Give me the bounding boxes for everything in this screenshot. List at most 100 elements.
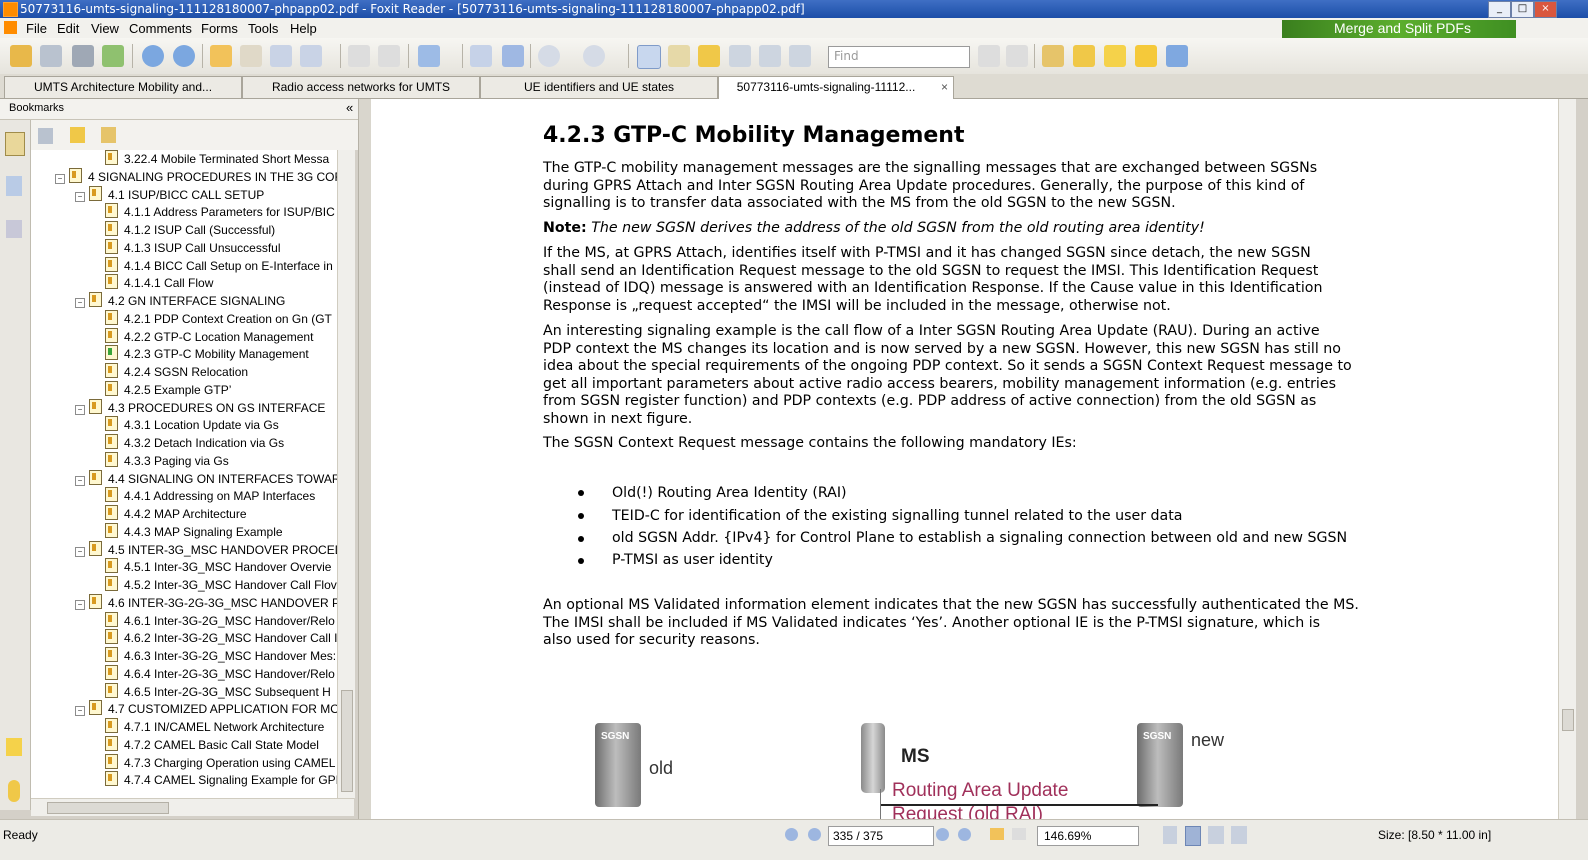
bookmark-item[interactable]: 4.5.1 Inter-3G_MSC Handover Overvie: [105, 558, 331, 576]
document-scrollbar[interactable]: [1558, 99, 1576, 819]
hand-tool-icon[interactable]: [270, 45, 292, 67]
collapse-toggle-icon[interactable]: −: [55, 173, 65, 184]
tab-close-icon[interactable]: ×: [941, 77, 948, 97]
binoculars-icon[interactable]: [729, 45, 751, 67]
bookmarks-scroll-thumb[interactable]: [341, 690, 353, 792]
page-number-field[interactable]: 335 / 375: [828, 826, 934, 846]
menu-file[interactable]: File: [26, 21, 47, 36]
collapse-toggle-icon[interactable]: −: [75, 706, 85, 717]
bookmark-item[interactable]: 4.1.4.1 Call Flow: [105, 274, 213, 292]
document-scroll-thumb[interactable]: [1562, 709, 1574, 731]
undo-icon[interactable]: [348, 45, 370, 67]
find-input[interactable]: Find: [828, 46, 970, 68]
prev-page-status-icon[interactable]: [808, 828, 821, 841]
zoom-in-icon[interactable]: [583, 45, 605, 67]
bookmark-properties-icon[interactable]: [101, 127, 116, 143]
single-page-icon[interactable]: [1163, 826, 1177, 844]
bookmark-item[interactable]: 4.2.4 SGSN Relocation: [105, 363, 248, 381]
facing-page-icon[interactable]: [1208, 826, 1224, 844]
collapse-toggle-icon[interactable]: −: [75, 298, 85, 308]
pages-nav-icon[interactable]: [6, 176, 22, 196]
snapshot-icon[interactable]: [668, 45, 690, 67]
last-page-icon[interactable]: [958, 828, 971, 841]
bookmark-item[interactable]: 4.1.1 Address Parameters for ISUP/BIC: [105, 203, 335, 221]
bookmark-item[interactable]: − 4.4 SIGNALING ON INTERFACES TOWAR: [75, 469, 337, 488]
forward-status-icon[interactable]: [1012, 828, 1026, 840]
attachments-nav-icon[interactable]: [8, 780, 20, 802]
doc-icon[interactable]: [4, 21, 17, 34]
bookmark-item[interactable]: 4.3.1 Location Update via Gs: [105, 416, 279, 434]
bookmark-item[interactable]: − 4.1 ISUP/BICC CALL SETUP: [75, 185, 264, 204]
close-button[interactable]: ×: [1534, 1, 1557, 18]
tab-umts-architecture[interactable]: UMTS Architecture Mobility and...: [4, 76, 242, 98]
minimize-button[interactable]: _: [1488, 1, 1511, 18]
collapse-panel-icon[interactable]: «: [346, 100, 353, 115]
layers-nav-icon[interactable]: [6, 220, 22, 238]
bookmark-item[interactable]: 4.2.2 GTP-C Location Management: [105, 327, 313, 346]
bookmark-item[interactable]: − 4.7 CUSTOMIZED APPLICATION FOR MOI: [75, 700, 337, 718]
save-icon[interactable]: [40, 45, 62, 67]
arrow-icon[interactable]: [1166, 45, 1188, 67]
redo-icon[interactable]: [378, 45, 400, 67]
text-select-icon[interactable]: [759, 45, 781, 67]
bookmarks-hscrollbar[interactable]: [31, 798, 354, 816]
zoom-icon[interactable]: [418, 45, 440, 67]
bookmark-item[interactable]: 4.2.3 GTP-C Mobility Management: [105, 345, 309, 363]
open-icon[interactable]: [10, 45, 32, 67]
merge-split-promo[interactable]: Merge and Split PDFs: [1282, 20, 1516, 38]
bookmark-item[interactable]: − 4.3 PROCEDURES ON GS INTERFACE: [75, 398, 325, 417]
zoom-field[interactable]: 146.69%: [1037, 826, 1139, 846]
bookmark-item[interactable]: 4.6.2 Inter-3G-2G_MSC Handover Call I: [105, 629, 337, 647]
collapse-toggle-icon[interactable]: −: [75, 599, 85, 610]
select-icon[interactable]: [698, 45, 720, 67]
bookmark-item[interactable]: − 4.2 GN INTERFACE SIGNALING: [75, 292, 285, 310]
bookmark-item[interactable]: 4.5.2 Inter-3G_MSC Handover Call Flov: [105, 576, 337, 594]
note-icon[interactable]: [1135, 45, 1157, 67]
bookmark-item[interactable]: 4.6.1 Inter-3G-2G_MSC Handover/Relo: [105, 611, 335, 630]
comments-nav-icon[interactable]: [6, 738, 22, 756]
bookmarks-hscroll-thumb[interactable]: [47, 802, 169, 814]
collapse-toggle-icon[interactable]: −: [75, 191, 85, 202]
bookmark-item[interactable]: 4.7.3 Charging Operation using CAMEL: [105, 753, 335, 772]
select-text-icon[interactable]: [300, 45, 322, 67]
annotate-icon[interactable]: [1042, 45, 1064, 67]
find-prev-icon[interactable]: [978, 45, 1000, 67]
collapse-toggle-icon[interactable]: −: [75, 404, 85, 415]
typewriter-icon[interactable]: [1104, 45, 1126, 67]
bookmark-item[interactable]: 4.3.3 Paging via Gs: [105, 451, 229, 470]
menu-comments[interactable]: Comments: [129, 21, 192, 36]
bookmark-item[interactable]: 4.7.2 CAMEL Basic Call State Model: [105, 735, 319, 754]
pencil-icon[interactable]: [1073, 45, 1095, 67]
fit-width-icon[interactable]: [502, 45, 524, 67]
bookmark-item[interactable]: 4.7.1 IN/CAMEL Network Architecture: [105, 718, 324, 736]
panel-splitter[interactable]: [358, 99, 372, 819]
prev-page-icon[interactable]: [142, 45, 164, 67]
bookmark-item[interactable]: − 4.6 INTER-3G-2G-3G_MSC HANDOVER PR: [75, 593, 337, 612]
bookmark-item[interactable]: 4.1.3 ISUP Call Unsuccessful: [105, 238, 281, 257]
back-status-icon[interactable]: [990, 828, 1004, 840]
fit-page-icon[interactable]: [470, 45, 492, 67]
menu-forms[interactable]: Forms: [201, 21, 238, 36]
bookmark-item[interactable]: − 4.5 INTER-3G_MSC HANDOVER PROCEDU: [75, 540, 337, 559]
email-icon[interactable]: [102, 45, 124, 67]
image-select-icon[interactable]: [789, 45, 811, 67]
menu-view[interactable]: View: [91, 21, 119, 36]
tab-radio-access[interactable]: Radio access networks for UMTS: [242, 76, 480, 98]
forward-icon[interactable]: [240, 45, 262, 67]
continuous-facing-icon[interactable]: [1231, 826, 1247, 844]
tab-umts-signaling[interactable]: 50773116-umts-signaling-11112... ×: [718, 76, 954, 99]
bookmark-item[interactable]: − 4 SIGNALING PROCEDURES IN THE 3G CORE: [55, 167, 337, 186]
bookmarks-scrollbar[interactable]: [337, 150, 355, 798]
menu-help[interactable]: Help: [290, 21, 317, 36]
bookmarks-nav-icon[interactable]: [5, 132, 25, 156]
find-next-icon[interactable]: [1006, 45, 1028, 67]
tab-ue-identifiers[interactable]: UE identifiers and UE states: [480, 76, 718, 98]
bookmark-item[interactable]: 4.4.1 Addressing on MAP Interfaces: [105, 487, 315, 505]
bookmark-item[interactable]: 4.1.4 BICC Call Setup on E-Interface in: [105, 256, 333, 275]
bookmark-item[interactable]: 4.2.1 PDP Context Creation on Gn (GT: [105, 309, 332, 328]
bookmark-item[interactable]: 4.6.5 Inter-2G-3G_MSC Subsequent H: [105, 682, 331, 701]
bookmark-item[interactable]: 4.6.3 Inter-3G-2G_MSC Handover Mes:: [105, 647, 336, 665]
menu-edit[interactable]: Edit: [57, 21, 79, 36]
menu-tools[interactable]: Tools: [248, 21, 278, 36]
maximize-button[interactable]: □: [1511, 1, 1534, 18]
